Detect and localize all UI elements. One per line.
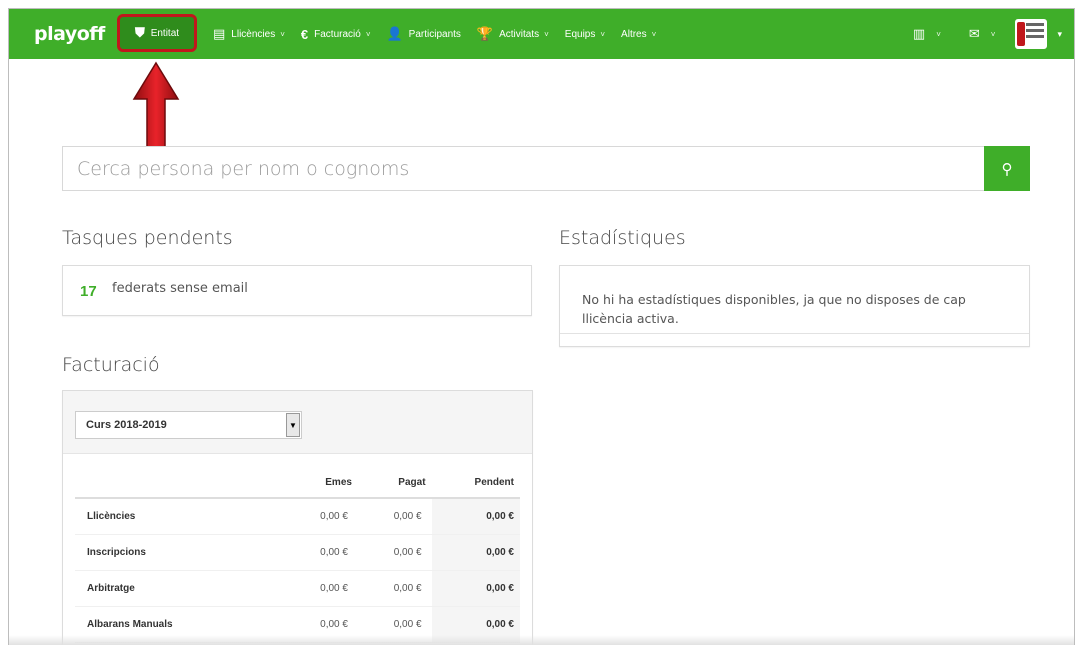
row-emes: 0,00 € — [284, 570, 358, 607]
nav-entitat-label: Entitat — [150, 27, 180, 39]
envelope-icon: ✉ — [968, 26, 980, 41]
user-icon: 👤 — [386, 26, 403, 41]
row-pagat: 0,00 € — [357, 534, 432, 571]
chevron-down-icon: ˅ — [544, 29, 549, 39]
org-logo-mark — [1017, 22, 1026, 46]
chevron-down-icon: ˅ — [990, 29, 996, 39]
nav-facturacio-label: Facturació — [314, 28, 361, 40]
bottom-fade — [9, 635, 1074, 645]
col-header-pagat: Pagat — [357, 468, 432, 499]
nav-equips[interactable]: Equips ˅ — [557, 9, 613, 59]
org-logo[interactable] — [1015, 19, 1048, 49]
search-icon: ⚲ — [1001, 160, 1013, 178]
stats-panel: No hi ha estadístiques disponibles, ja q… — [559, 265, 1030, 347]
table-row: Arbitratge 0,00 € 0,00 € 0,00 € — [75, 570, 520, 607]
nav-entitat[interactable]: ⛊ Entitat — [117, 14, 197, 52]
bar-chart-icon: ▥ — [912, 26, 926, 41]
nav-participants[interactable]: 👤 Participants — [378, 9, 468, 59]
nav-participants-label: Participants — [408, 28, 461, 40]
row-pendent: 0,00 € — [431, 570, 520, 607]
person-search: ⚲ — [62, 146, 1030, 191]
stats-message: No hi ha estadístiques disponibles, ja q… — [560, 266, 1029, 334]
nav-equips-label: Equips — [564, 28, 596, 40]
nav-activitats[interactable]: 🏆 Activitats ˅ — [469, 9, 557, 59]
search-input[interactable] — [62, 146, 984, 191]
trophy-icon: 🏆 — [476, 26, 494, 41]
task-item[interactable]: 17 federats sense email — [63, 266, 531, 316]
course-select-value: Curs 2018-2019 — [86, 419, 167, 431]
nav-facturacio[interactable]: € Facturació ˅ — [293, 9, 379, 59]
chevron-down-icon: ˅ — [365, 29, 371, 39]
table-row: Inscripcions 0,00 € 0,00 € 0,00 € — [75, 534, 520, 571]
nav-llicencies[interactable]: ▤ Llicències ˅ — [205, 9, 293, 59]
search-button[interactable]: ⚲ — [984, 146, 1030, 191]
nav-activitats-label: Activitats — [499, 28, 540, 40]
nav-altres-label: Altres — [621, 28, 647, 40]
row-emes: 0,00 € — [284, 498, 358, 535]
row-emes: 0,00 € — [284, 534, 358, 571]
chevron-down-icon: ˅ — [600, 29, 606, 39]
chevron-down-icon: ˅ — [651, 29, 657, 39]
app-frame: playoff ▤ Llicències ˅ € Facturació ˅ 👤 … — [8, 8, 1075, 645]
col-header-emes: Emes — [284, 468, 358, 499]
task-label: federats sense email — [112, 280, 248, 296]
euro-icon: € — [300, 26, 309, 42]
billing-header: Curs 2018-2019 ▼ — [63, 391, 532, 454]
nav-llicencies-label: Llicències — [231, 28, 276, 40]
tasks-title: Tasques pendents — [62, 227, 233, 249]
nav-stats-menu[interactable]: ▥ ˅ — [899, 9, 955, 59]
row-pendent: 0,00 € — [431, 534, 520, 571]
row-label: Llicències — [75, 498, 285, 535]
table-row: Llicències 0,00 € 0,00 € 0,00 € — [75, 498, 520, 535]
nav-mail-menu[interactable]: ✉ ˅ — [955, 9, 1010, 59]
nav-altres[interactable]: Altres ˅ — [613, 9, 664, 59]
org-logo-text — [1026, 23, 1045, 41]
tasks-panel: 17 federats sense email — [62, 265, 532, 316]
col-header-pendent: Pendent — [431, 468, 520, 499]
col-header-label — [75, 468, 285, 499]
row-label: Inscripcions — [75, 534, 285, 571]
row-pagat: 0,00 € — [357, 570, 432, 607]
task-count: 17 — [80, 282, 97, 300]
chevron-down-icon[interactable]: ▼ — [286, 413, 300, 437]
row-label: Arbitratge — [75, 570, 285, 607]
chevron-down-icon: ˅ — [936, 29, 941, 39]
table-header-row: Emes Pagat Pendent — [75, 468, 520, 499]
course-select[interactable]: Curs 2018-2019 ▼ — [75, 411, 302, 439]
brand-logo[interactable]: playoff — [34, 23, 120, 45]
chevron-down-icon: ˅ — [280, 29, 285, 39]
billing-title: Facturació — [62, 354, 160, 376]
stats-title: Estadístiques — [559, 227, 686, 249]
annotation-arrow-icon — [132, 61, 180, 156]
navbar-right: ▥ ˅ ✉ ˅ ▾ — [899, 9, 1062, 59]
billing-table: Emes Pagat Pendent Llicències 0,00 € 0,0… — [75, 468, 520, 643]
row-pendent: 0,00 € — [431, 498, 520, 535]
id-card-icon: ▤ — [213, 26, 226, 41]
billing-panel: Curs 2018-2019 ▼ Emes Pagat Pendent Llic… — [62, 390, 533, 645]
row-pagat: 0,00 € — [357, 498, 432, 535]
caret-down-icon[interactable]: ▾ — [1057, 29, 1062, 40]
shield-icon: ⛊ — [134, 25, 145, 40]
